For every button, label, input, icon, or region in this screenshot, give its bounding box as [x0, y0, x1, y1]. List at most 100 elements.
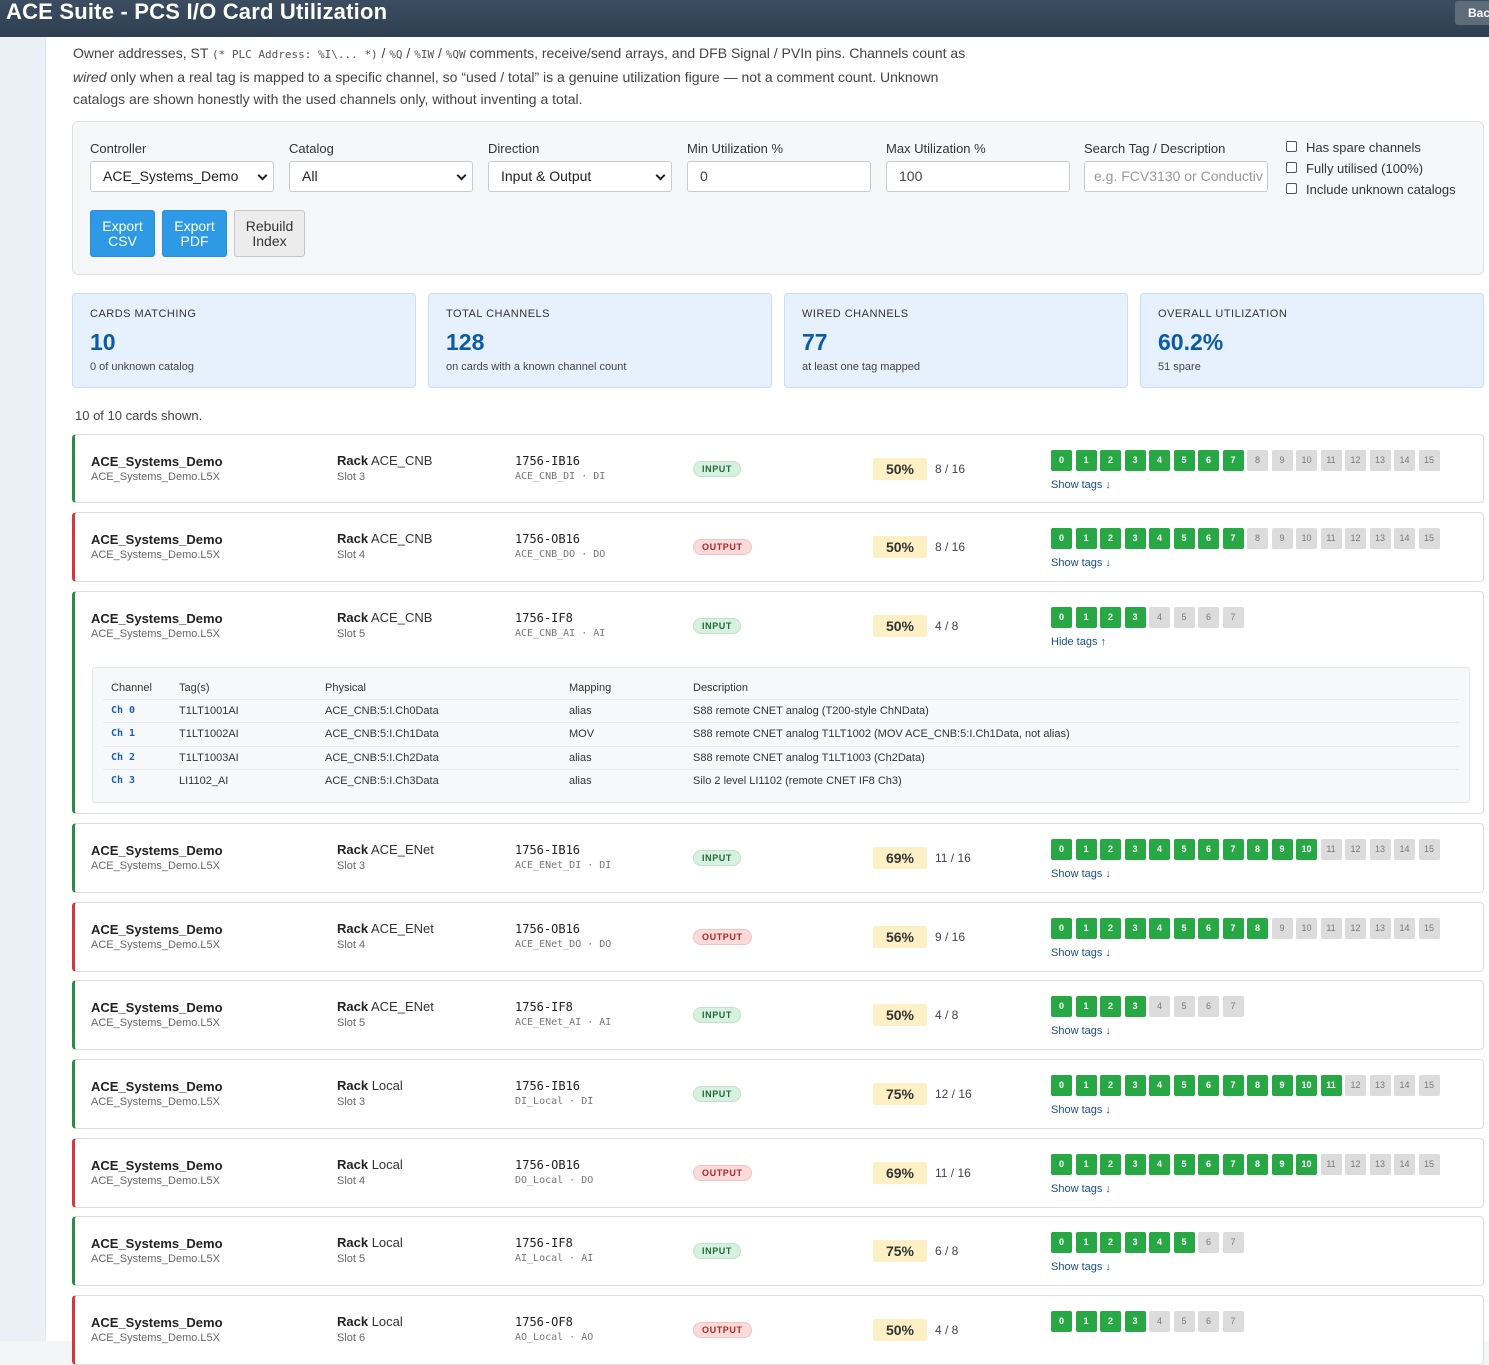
channel-chip: 4: [1149, 1311, 1170, 1332]
max-util-input[interactable]: 100: [886, 161, 1070, 192]
card-tagline: ACE_ENet_DO · DO: [515, 939, 612, 950]
card-file: ACE_Systems_Demo.L5X: [91, 860, 220, 872]
table-row: Ch 2 T1LT1003AI ACE_CNB:5:I.Ch2Data alias S8…: [103, 745, 1459, 769]
channel-chip: 8: [1247, 450, 1268, 471]
direction-badge: OUTPUT: [693, 929, 752, 945]
channel-chip: 0: [1051, 839, 1072, 860]
utilization-percent: 69%: [873, 1162, 927, 1184]
rebuild-index-button[interactable]: Rebuild Index: [234, 210, 305, 257]
search-input[interactable]: e.g. FCV3130 or Conductiv: [1084, 161, 1268, 192]
tag-table-cell: ACE_CNB:5:I.Ch3Data: [325, 774, 439, 787]
back-button[interactable]: Bac: [1455, 1, 1489, 25]
chevron-down-icon: [257, 170, 268, 181]
toggle-tags-link[interactable]: Show tags ↓: [1051, 1261, 1111, 1273]
channel-chip: 2: [1100, 450, 1121, 471]
channel-chip: 14: [1394, 839, 1415, 860]
utilization-fraction: 11 / 16: [935, 851, 971, 865]
channel-chip: 13: [1369, 528, 1391, 549]
card-controller: ACE_Systems_Demo: [91, 1158, 223, 1173]
channel-chip: 10: [1296, 1075, 1317, 1096]
toggle-tags-link[interactable]: Show tags ↓: [1051, 1025, 1111, 1037]
channel-chip: 10: [1296, 1154, 1317, 1175]
channel-chip: 4: [1149, 1075, 1170, 1096]
channel-chip: 13: [1369, 839, 1391, 860]
card-slot: Slot 3: [337, 860, 366, 872]
channel-chip: 3: [1124, 1232, 1146, 1253]
toggle-tags-link[interactable]: Show tags ↓: [1051, 479, 1111, 491]
toggle-tags-link[interactable]: Show tags ↓: [1051, 557, 1111, 569]
channel-chip: 8: [1247, 1154, 1268, 1175]
channel-chip: 3: [1124, 1154, 1146, 1175]
tag-table: Channel Tag(s) Physical Mapping Description C…: [92, 667, 1470, 803]
channel-chip: 6: [1198, 1311, 1219, 1332]
toggle-tags-link[interactable]: Show tags ↓: [1051, 868, 1111, 880]
min-util-input[interactable]: 0: [687, 161, 871, 192]
max-util-label: Max Utilization %: [886, 141, 986, 156]
channel-chip: 1: [1075, 1232, 1097, 1253]
channel-chip: 9: [1271, 1075, 1293, 1096]
channel-chip: 2: [1100, 607, 1121, 628]
card-controller: ACE_Systems_Demo: [91, 843, 223, 858]
card-controller: ACE_Systems_Demo: [91, 922, 223, 937]
channel-chip: 4: [1149, 607, 1170, 628]
channel-chip: 15: [1418, 528, 1440, 549]
card-row: ACE_Systems_Demo ACE_Systems_Demo.L5X Ra…: [72, 902, 1484, 972]
utilization-percent: 50%: [873, 615, 927, 637]
toggle-tags-link[interactable]: Hide tags ↑: [1051, 636, 1106, 648]
channel-chip: 8: [1247, 839, 1268, 860]
channel-chip: 2: [1100, 839, 1121, 860]
card-catalog: 1756-IB16: [515, 1079, 581, 1093]
channel-chip: 11: [1320, 528, 1342, 549]
channel-chip: 5: [1173, 450, 1195, 471]
tag-table-header: Tag(s): [179, 682, 210, 694]
card-slot: Slot 3: [337, 1096, 366, 1108]
channel-chip: 2: [1100, 996, 1121, 1017]
channel-chip: 10: [1296, 450, 1317, 471]
card-row: ACE_Systems_Demo ACE_Systems_Demo.L5X Ra…: [72, 1059, 1484, 1129]
catalog-select[interactable]: All: [289, 161, 473, 192]
channel-chip: 11: [1320, 1154, 1342, 1175]
card-catalog: 1756-IB16: [515, 454, 581, 468]
channel-chip: 12: [1345, 1075, 1366, 1096]
card-rack: Rack ACE_ENet: [337, 999, 434, 1014]
channel-chip: 9: [1271, 528, 1293, 549]
direction-select[interactable]: Input & Output: [488, 161, 672, 192]
card-rack: Rack Local: [337, 1078, 403, 1093]
channel-chip: 0: [1051, 607, 1072, 628]
channel-chip: 2: [1100, 918, 1121, 939]
intro-text: Owner addresses, ST (* PLC Address: %I\.…: [73, 45, 966, 107]
toggle-tags-link[interactable]: Show tags ↓: [1051, 947, 1111, 959]
stat-overall-utilization: OVERALL UTILIZATION 60.2% 51 spare: [1140, 293, 1484, 388]
channel-chip: 4: [1149, 1232, 1170, 1253]
channel-chip: 8: [1247, 528, 1268, 549]
tag-table-cell: alias: [569, 751, 592, 764]
cards-shown-count: 10 of 10 cards shown.: [75, 408, 203, 423]
channel-chip: 10: [1296, 918, 1317, 939]
toggle-tags-link[interactable]: Show tags ↓: [1051, 1183, 1111, 1195]
utilization-percent: 50%: [873, 536, 927, 558]
card-rack: Rack ACE_ENet: [337, 921, 434, 936]
toggle-tags-link[interactable]: Show tags ↓: [1051, 1104, 1111, 1116]
card-file: ACE_Systems_Demo.L5X: [91, 939, 220, 951]
channel-chip: 14: [1394, 918, 1415, 939]
card-file: ACE_Systems_Demo.L5X: [91, 549, 220, 561]
controller-select[interactable]: ACE_Systems_Demo: [90, 161, 274, 192]
channel-chip: 14: [1394, 1154, 1415, 1175]
channel-chip: 1: [1075, 450, 1097, 471]
channel-chip: 14: [1394, 1075, 1415, 1096]
export-csv-button[interactable]: Export CSV: [90, 210, 155, 257]
channel-chip: 12: [1345, 450, 1366, 471]
channel-chip: 1: [1075, 1311, 1097, 1332]
utilization-fraction: 8 / 16: [935, 540, 966, 554]
export-pdf-button[interactable]: Export PDF: [162, 210, 227, 257]
tag-table-cell: Ch 2: [111, 751, 136, 763]
channel-chip: 3: [1124, 996, 1146, 1017]
card-file: ACE_Systems_Demo.L5X: [91, 1096, 220, 1108]
channel-chip: 6: [1198, 607, 1219, 628]
card-row: ACE_Systems_Demo ACE_Systems_Demo.L5X Ra…: [72, 591, 1484, 814]
min-util-label: Min Utilization %: [687, 141, 784, 156]
tag-table-cell: Ch 1: [111, 728, 136, 740]
channel-chip: 3: [1124, 607, 1146, 628]
card-rack: Rack Local: [337, 1157, 403, 1172]
card-tagline: ACE_CNB_DO · DO: [515, 549, 606, 560]
